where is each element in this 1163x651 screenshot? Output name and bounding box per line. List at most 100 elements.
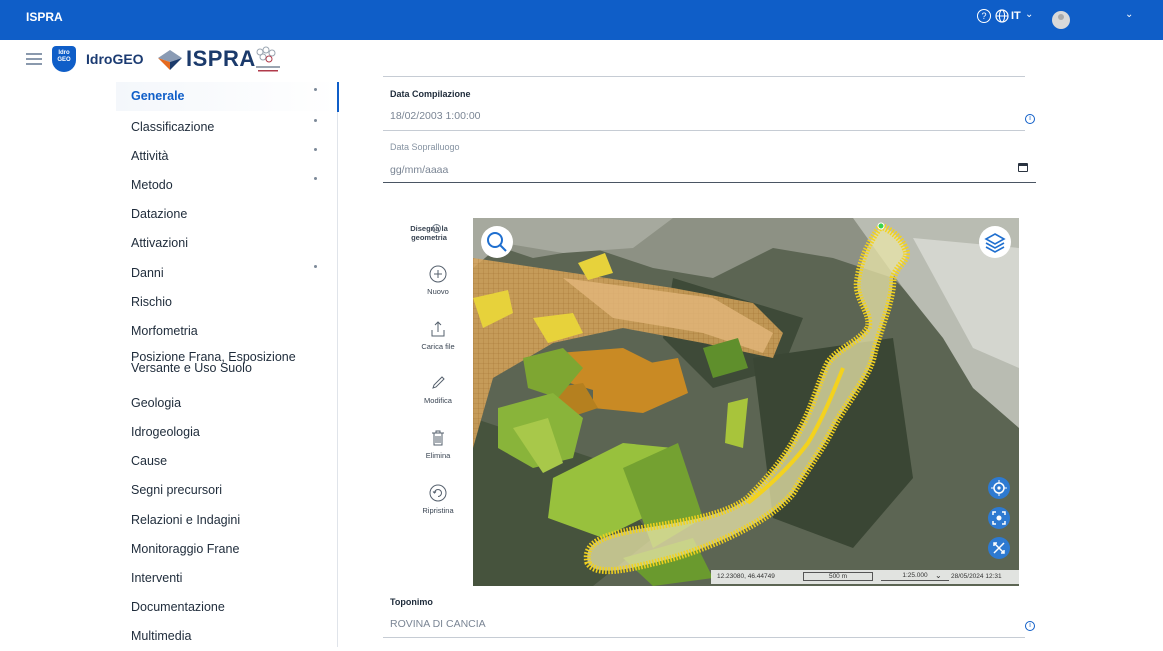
sidebar-item-label: Datazione	[131, 207, 188, 221]
sidebar-item-documentazione[interactable]: Documentazione	[116, 593, 338, 622]
sidebar-item-label: Posizione Frana, Esposizione Versante e …	[131, 350, 296, 375]
sidebar-item-label: Morfometria	[131, 324, 198, 338]
pencil-icon	[432, 376, 445, 389]
field-underline	[383, 130, 1025, 131]
sidebar-item-relazioni-indagini[interactable]: Relazioni e Indagini	[116, 506, 338, 535]
brand-label: ISPRA	[26, 10, 63, 24]
sidebar-item-label: Attivazioni	[131, 236, 188, 250]
avatar-icon[interactable]	[1052, 11, 1070, 29]
sidebar-item-segni-precursori[interactable]: Segni precursori	[116, 476, 338, 505]
chevron-down-icon[interactable]: ⌄	[1025, 9, 1033, 20]
sidebar-item-label: Segni precursori	[131, 483, 223, 497]
data-sopralluogo-label: Data Sopralluogo	[390, 142, 460, 152]
map-view[interactable]: 12.23080, 46.44749 500 m 1:25.000 ⌄ 28/0…	[473, 218, 1019, 586]
status-dot-icon	[314, 148, 317, 151]
trash-icon	[432, 430, 444, 446]
sidebar-item-label: Multimedia	[131, 629, 192, 643]
info-icon[interactable]: i	[1025, 621, 1035, 631]
locate-icon[interactable]	[988, 477, 1010, 499]
field-underline	[383, 182, 1036, 184]
status-dot-icon	[314, 265, 317, 268]
sidebar-item-label: Generale	[131, 89, 185, 103]
sidebar-item-cause[interactable]: Cause	[116, 447, 338, 476]
refresh-icon	[429, 484, 447, 502]
question-circle-icon[interactable]: ?	[977, 9, 991, 23]
calendar-icon[interactable]	[1018, 163, 1028, 172]
info-icon[interactable]: i	[432, 224, 441, 233]
sidebar-item-label: Geologia	[131, 396, 182, 410]
section-sidebar: Generale Classificazione Attività Metodo…	[116, 82, 339, 647]
tool-label: Carica file	[421, 342, 455, 351]
idrogeo-logo: Idro GEO	[52, 46, 76, 72]
data-compilazione-value: 18/02/2003 1:00:00	[390, 110, 481, 122]
sidebar-item-rischio[interactable]: Rischio	[116, 288, 338, 317]
toponimo-label: Toponimo	[390, 597, 433, 607]
sidebar-item-label: Attività	[131, 149, 169, 163]
layers-icon[interactable]	[979, 226, 1011, 258]
sidebar-item-label: Cause	[131, 454, 168, 468]
logo-row: Idro GEO IdroGEO ISPRA	[0, 40, 1163, 78]
sidebar-item-label: Monitoraggio Frane	[131, 542, 240, 556]
sidebar-item-classificazione[interactable]: Classificazione	[116, 113, 338, 142]
tool-elimina[interactable]: Elimina	[401, 428, 475, 460]
org-name: ISPRA	[186, 46, 256, 71]
tool-label: Ripristina	[422, 506, 454, 515]
sidebar-item-label: Classificazione	[131, 120, 215, 134]
sidebar-item-posizione-frana[interactable]: Posizione Frana, Esposizione Versante e …	[116, 346, 338, 388]
map-status-bar: 12.23080, 46.44749 500 m 1:25.000 ⌄ 28/0…	[711, 570, 1019, 584]
fullscreen-icon[interactable]	[988, 537, 1010, 559]
status-dot-icon	[314, 177, 317, 180]
sidebar-item-label: Idrogeologia	[131, 425, 200, 439]
map-timestamp: 28/05/2024 12:31	[951, 573, 1002, 580]
app-name[interactable]: IdroGEO	[86, 51, 144, 67]
top-bar: ISPRA ? IT ⌄ ⌄	[0, 0, 1163, 40]
sidebar-item-label: Metodo	[131, 178, 173, 192]
sidebar-item-monitoraggio-frane[interactable]: Monitoraggio Frane	[116, 535, 338, 564]
tool-modifica[interactable]: Modifica	[401, 373, 475, 405]
info-icon[interactable]: i	[1025, 114, 1035, 124]
sidebar-item-label: Interventi	[131, 571, 183, 585]
sidebar-item-attivazioni[interactable]: Attivazioni	[116, 229, 338, 258]
sidebar-item-generale[interactable]: Generale	[116, 82, 339, 112]
sidebar-item-attivita[interactable]: Attività	[116, 142, 338, 171]
tool-label: Elimina	[425, 451, 451, 460]
chevron-down-icon[interactable]: ⌄	[935, 571, 942, 580]
divider	[383, 76, 1025, 77]
field-underline	[383, 637, 1025, 638]
ispra-logo-icon	[158, 50, 182, 70]
status-dot-icon	[314, 88, 317, 91]
tool-carica-file[interactable]: Carica file	[401, 319, 475, 351]
sidebar-item-interventi[interactable]: Interventi	[116, 564, 338, 593]
sidebar-item-label: Relazioni e Indagini	[131, 513, 241, 527]
draw-geometry-title: Disegna la geometria	[410, 224, 448, 242]
sidebar-item-label: Rischio	[131, 295, 172, 309]
sidebar-item-label: Documentazione	[131, 600, 225, 614]
data-compilazione-label: Data Compilazione	[390, 89, 471, 99]
sidebar-item-datazione[interactable]: Datazione	[116, 200, 338, 229]
plus-circle-icon	[429, 265, 447, 283]
satellite-imagery	[473, 218, 1019, 586]
menu-icon[interactable]	[26, 53, 42, 65]
scale-distance: 500 m	[803, 572, 873, 581]
upload-icon	[431, 321, 445, 337]
tool-label: Nuovo	[427, 287, 449, 296]
tool-label: Modifica	[424, 396, 452, 405]
sidebar-item-label: Danni	[131, 266, 164, 280]
sidebar-item-danni[interactable]: Danni	[116, 259, 338, 288]
center-icon[interactable]	[988, 507, 1010, 529]
status-dot-icon	[314, 119, 317, 122]
data-sopralluogo-input[interactable]: gg/mm/aaaa	[390, 164, 448, 176]
snpa-logo-icon	[256, 46, 280, 72]
map-coordinates: 12.23080, 46.44749	[717, 573, 775, 580]
chevron-down-icon[interactable]: ⌄	[1125, 9, 1133, 20]
tool-nuovo[interactable]: Nuovo	[401, 264, 475, 296]
sidebar-item-geologia[interactable]: Geologia	[116, 389, 338, 418]
sidebar-item-idrogeologia[interactable]: Idrogeologia	[116, 418, 338, 447]
sidebar-item-metodo[interactable]: Metodo	[116, 171, 338, 200]
language-selector[interactable]: IT	[1011, 10, 1021, 22]
toponimo-value: ROVINA DI CANCIA	[390, 618, 486, 630]
tool-ripristina[interactable]: Ripristina	[401, 483, 475, 515]
globe-icon[interactable]	[995, 9, 1009, 23]
search-icon[interactable]	[481, 226, 513, 258]
sidebar-item-morfometria[interactable]: Morfometria	[116, 317, 338, 346]
